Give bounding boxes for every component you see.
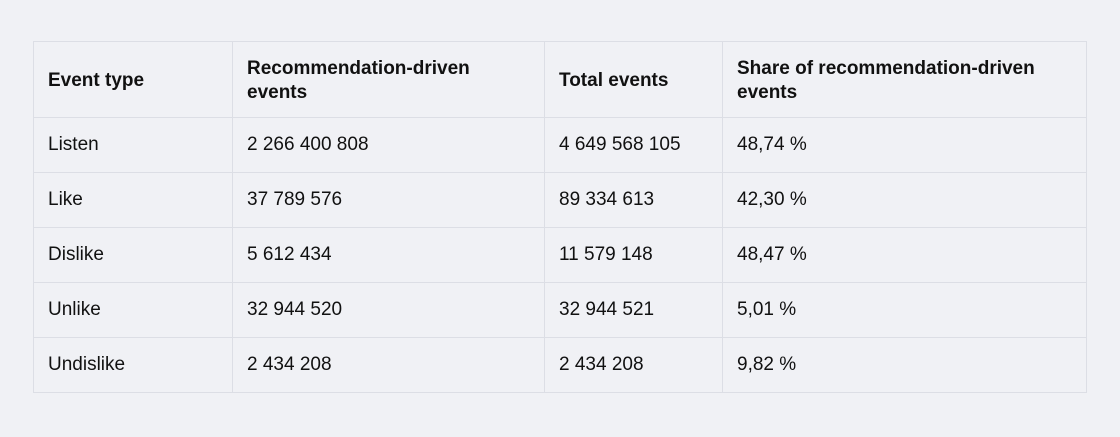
cell-event-type: Undislike [33, 337, 233, 393]
cell-recommendation-driven-events: 5 612 434 [232, 227, 545, 283]
cell-event-type: Like [33, 172, 233, 228]
table-header: Event type Recommendation-driven events … [33, 41, 1087, 118]
table-row: Undislike 2 434 208 2 434 208 9,82 % [33, 337, 1087, 393]
column-header-share-of-recommendation-driven-events: Share of recommendation-driven events [722, 41, 1087, 118]
table-body: Listen 2 266 400 808 4 649 568 105 48,74… [33, 117, 1087, 393]
cell-share: 48,74 % [722, 117, 1087, 173]
event-table-container: Event type Recommendation-driven events … [33, 41, 1087, 393]
cell-recommendation-driven-events: 37 789 576 [232, 172, 545, 228]
cell-total-events: 4 649 568 105 [544, 117, 723, 173]
cell-total-events: 11 579 148 [544, 227, 723, 283]
cell-share: 42,30 % [722, 172, 1087, 228]
cell-recommendation-driven-events: 2 434 208 [232, 337, 545, 393]
event-statistics-table: Event type Recommendation-driven events … [33, 41, 1087, 393]
table-row: Listen 2 266 400 808 4 649 568 105 48,74… [33, 117, 1087, 173]
cell-total-events: 2 434 208 [544, 337, 723, 393]
table-row: Unlike 32 944 520 32 944 521 5,01 % [33, 282, 1087, 338]
column-header-event-type: Event type [33, 41, 233, 118]
cell-share: 9,82 % [722, 337, 1087, 393]
cell-event-type: Unlike [33, 282, 233, 338]
cell-recommendation-driven-events: 32 944 520 [232, 282, 545, 338]
header-row: Event type Recommendation-driven events … [33, 41, 1087, 118]
column-header-total-events: Total events [544, 41, 723, 118]
cell-event-type: Dislike [33, 227, 233, 283]
table-row: Like 37 789 576 89 334 613 42,30 % [33, 172, 1087, 228]
cell-share: 48,47 % [722, 227, 1087, 283]
cell-share: 5,01 % [722, 282, 1087, 338]
cell-total-events: 32 944 521 [544, 282, 723, 338]
cell-total-events: 89 334 613 [544, 172, 723, 228]
cell-recommendation-driven-events: 2 266 400 808 [232, 117, 545, 173]
table-row: Dislike 5 612 434 11 579 148 48,47 % [33, 227, 1087, 283]
column-header-recommendation-driven-events: Recommendation-driven events [232, 41, 545, 118]
cell-event-type: Listen [33, 117, 233, 173]
